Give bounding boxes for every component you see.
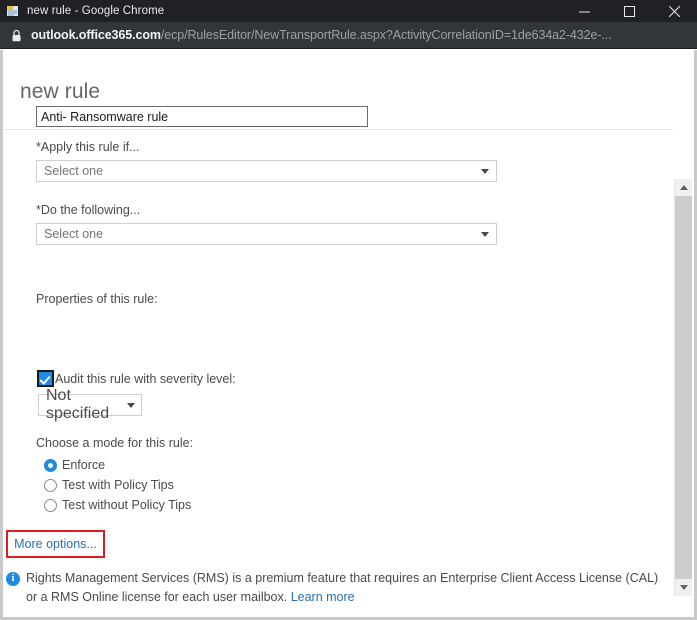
- window-titlebar: new rule - Google Chrome: [0, 0, 697, 22]
- chevron-down-icon: [481, 231, 489, 237]
- scrollbar-thumb[interactable]: [675, 196, 692, 579]
- radio-option-test-with-policy-tips[interactable]: Test with Policy Tips: [44, 475, 193, 495]
- minimize-button[interactable]: [562, 0, 607, 22]
- rule-mode-radio-group: Choose a mode for this rule: Enforce Tes…: [36, 436, 193, 515]
- url-path: /ecp/RulesEditor/NewTransportRule.aspx?A…: [160, 28, 612, 42]
- scroll-up-button[interactable]: [675, 179, 692, 196]
- scroll-up-arrow-icon: [679, 185, 688, 190]
- rms-info-text: Rights Management Services (RMS) is a pr…: [26, 569, 666, 607]
- scroll-down-button[interactable]: [675, 579, 692, 596]
- chevron-down-icon: [481, 168, 489, 174]
- properties-label: Properties of this rule:: [36, 292, 158, 306]
- maximize-button[interactable]: [607, 0, 652, 22]
- lock-icon: [11, 29, 22, 42]
- audit-rule-checkbox[interactable]: [37, 370, 54, 387]
- audit-rule-checkbox-row[interactable]: Audit this rule with severity level:: [37, 370, 236, 387]
- rule-name-input[interactable]: [36, 106, 368, 127]
- learn-more-link[interactable]: Learn more: [291, 590, 355, 604]
- page-scrollbar[interactable]: [674, 179, 692, 596]
- more-options-link[interactable]: More options...: [14, 537, 97, 551]
- apply-if-value: Select one: [44, 164, 104, 178]
- do-following-label: *Do the following...: [36, 203, 141, 217]
- do-following-dropdown[interactable]: Select one: [36, 223, 497, 245]
- window-title: new rule - Google Chrome: [27, 5, 165, 17]
- page-viewport: new rule *Apply this rule if... Select o…: [0, 50, 697, 620]
- url-host: outlook.office365.com: [31, 28, 161, 42]
- rms-info-bar: i Rights Management Services (RMS) is a …: [6, 569, 669, 607]
- severity-level-dropdown[interactable]: Not specified: [38, 387, 142, 422]
- scrollbar-gutter-filler: [674, 100, 691, 179]
- radio-dot-test-without-policy-tips[interactable]: [44, 498, 57, 512]
- more-options-highlight: More options...: [6, 530, 105, 558]
- chevron-down-icon: [127, 402, 135, 408]
- radio-dot-test-with-policy-tips[interactable]: [44, 478, 57, 492]
- rule-mode-legend: Choose a mode for this rule:: [36, 436, 194, 450]
- radio-option-test-without-policy-tips[interactable]: Test without Policy Tips: [44, 495, 193, 515]
- radio-label-enforce: Enforce: [62, 458, 106, 472]
- radio-option-enforce[interactable]: Enforce: [44, 455, 193, 475]
- do-following-value: Select one: [44, 227, 104, 241]
- address-bar[interactable]: outlook.office365.com/ecp/RulesEditor/Ne…: [0, 22, 697, 49]
- apply-if-dropdown[interactable]: Select one: [36, 160, 497, 182]
- url-text: outlook.office365.com/ecp/RulesEditor/Ne…: [31, 28, 612, 42]
- severity-level-value: Not specified: [46, 387, 110, 422]
- close-button[interactable]: [652, 0, 697, 22]
- apply-if-label: *Apply this rule if...: [36, 140, 140, 154]
- radio-label-test-without-policy-tips: Test without Policy Tips: [62, 498, 192, 512]
- audit-rule-label: Audit this rule with severity level:: [55, 371, 236, 386]
- radio-label-test-with-policy-tips: Test with Policy Tips: [62, 478, 174, 492]
- scroll-down-arrow-icon: [679, 585, 688, 590]
- info-circle-icon: i: [6, 572, 20, 586]
- chrome-page-favicon: [6, 4, 20, 18]
- radio-dot-enforce[interactable]: [44, 458, 57, 472]
- page-title: new rule: [20, 80, 101, 103]
- chrome-browser-window: new rule - Google Chrome outlook.office3…: [0, 0, 697, 620]
